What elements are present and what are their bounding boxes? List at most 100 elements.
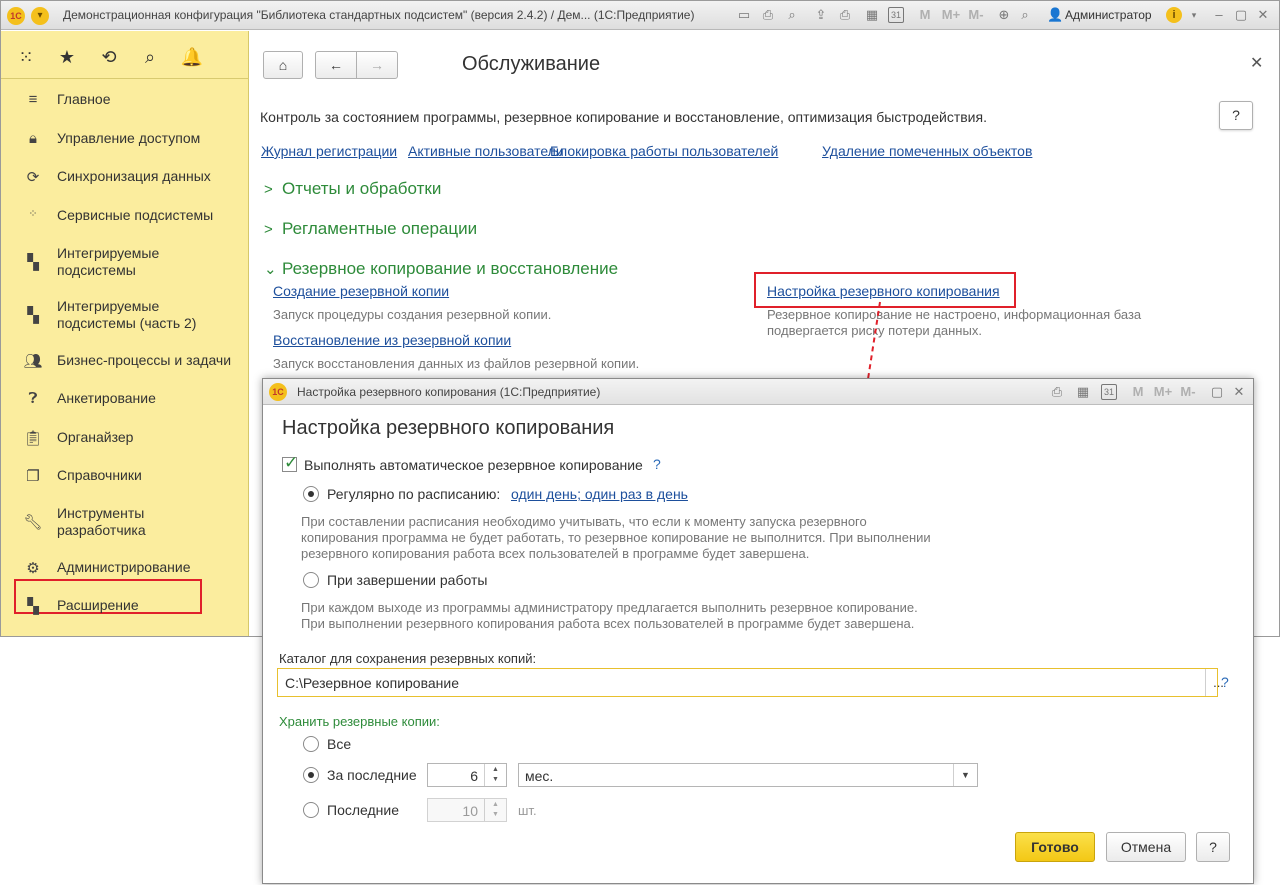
back-button[interactable]: ← bbox=[315, 51, 357, 79]
people-icon: 👥︎ bbox=[23, 353, 43, 370]
print-doc-icon[interactable]: ⎙ bbox=[837, 7, 853, 23]
home-button[interactable]: ⌂ bbox=[263, 51, 303, 79]
calculator-icon[interactable]: ▦ bbox=[1075, 384, 1091, 400]
sidebar-item-label: Бизнес-процессы и задачи bbox=[57, 352, 232, 368]
link-active-users[interactable]: Активные пользователи bbox=[408, 143, 564, 159]
catalog-help[interactable]: ? bbox=[1221, 674, 1229, 690]
group-scheduled[interactable]: > Регламентные операции bbox=[264, 219, 477, 239]
keep-period-stepper[interactable]: 6 ▲ ▼ bbox=[427, 763, 507, 787]
spin-arrows-icon[interactable]: ▲ ▼ bbox=[484, 799, 506, 821]
keep-all-label: Все bbox=[327, 736, 352, 752]
question-circle-icon: ❓︎ bbox=[28, 390, 38, 407]
mplus-icon[interactable]: M+ bbox=[940, 7, 962, 23]
schedule-hint-2: копирования программа не будет работать,… bbox=[301, 530, 931, 545]
keep-period-label: За последние bbox=[327, 767, 417, 783]
sidebar: ⁙ ★ ⟲ ⌕ 🔔 ≡ Главное 🔒︎ Управление доступ… bbox=[1, 31, 249, 636]
apps-grid-icon[interactable]: ⁙ bbox=[14, 45, 38, 69]
close-form-icon[interactable]: ✕ bbox=[1250, 53, 1263, 73]
sidebar-item-label: Анкетирование bbox=[57, 390, 156, 406]
blocks-icon: ▚ bbox=[27, 307, 39, 324]
current-user[interactable]: Администратор bbox=[1065, 8, 1152, 22]
schedule-hint-1: При составлении расписания необходимо уч… bbox=[301, 514, 867, 529]
auto-backup-help[interactable]: ? bbox=[653, 456, 661, 472]
keep-count-unit: шт. bbox=[518, 803, 537, 818]
keep-period-radio[interactable] bbox=[303, 767, 319, 783]
period-unit-select[interactable]: мес. ▼ bbox=[518, 763, 978, 787]
schedule-radio[interactable] bbox=[303, 486, 319, 502]
backup-settings-dialog: 1С Настройка резервного копирования (1С:… bbox=[262, 378, 1254, 884]
schedule-link[interactable]: один день; один раз в день bbox=[511, 486, 688, 502]
link-delete-marked[interactable]: Удаление помеченных объектов bbox=[822, 143, 1032, 159]
group-reports[interactable]: > Отчеты и обработки bbox=[264, 179, 441, 199]
link-create-backup[interactable]: Создание резервной копии bbox=[273, 283, 449, 299]
link-block-users[interactable]: Блокировка работы пользователей bbox=[550, 143, 778, 159]
page-title: Обслуживание bbox=[462, 53, 601, 75]
keep-count-stepper[interactable]: 10 ▲ ▼ bbox=[427, 798, 507, 822]
mminus-icon[interactable]: M- bbox=[965, 7, 987, 23]
group-backup[interactable]: ⌄ Резервное копирование и восстановление bbox=[264, 259, 618, 279]
period-unit-value: мес. bbox=[525, 768, 554, 784]
sidebar-item-label: Органайзер bbox=[57, 429, 134, 445]
link-event-log[interactable]: Журнал регистрации bbox=[261, 143, 397, 159]
mplus-icon[interactable]: M+ bbox=[1152, 384, 1174, 400]
auto-backup-checkbox[interactable]: ✓ bbox=[282, 453, 298, 472]
catalog-value: C:\Резервное копирование bbox=[285, 675, 460, 691]
keep-count-radio[interactable] bbox=[303, 802, 319, 818]
forward-button[interactable]: → bbox=[356, 51, 398, 79]
minimize-icon[interactable]: – bbox=[1211, 7, 1227, 23]
maximize-icon[interactable]: ▢ bbox=[1233, 7, 1249, 23]
sidebar-item-label: Главное bbox=[57, 91, 111, 107]
sidebar-item-label: Синхронизация данных bbox=[57, 168, 211, 184]
sidebar-item-label: Инструменты разработчика bbox=[57, 505, 146, 538]
info-dropdown-icon[interactable]: ▾ bbox=[1186, 7, 1202, 23]
window-title: Демонстрационная конфигурация "Библиотек… bbox=[63, 8, 695, 22]
chevron-down-icon[interactable]: ▼ bbox=[953, 764, 977, 786]
arrow-right-icon: → bbox=[370, 57, 384, 73]
preview-icon[interactable]: ⌕ bbox=[784, 7, 800, 23]
backup-settings-desc-1: Резервное копирование не настроено, инфо… bbox=[767, 307, 1142, 322]
cancel-button[interactable]: Отмена bbox=[1106, 832, 1186, 862]
help-button[interactable]: ? bbox=[1219, 101, 1253, 130]
app-logo-icon: 1С bbox=[269, 383, 287, 401]
zoom-icon[interactable]: ⊕ bbox=[996, 7, 1012, 23]
m-icon[interactable]: M bbox=[1130, 384, 1146, 400]
radio-dot bbox=[308, 491, 314, 497]
mminus-icon[interactable]: M- bbox=[1177, 384, 1199, 400]
link-restore-backup[interactable]: Восстановление из резервной копии bbox=[273, 332, 511, 348]
keep-all-radio[interactable] bbox=[303, 736, 319, 752]
sidebar-item-label: Интегрируемые подсистемы bbox=[57, 245, 160, 278]
print-icon[interactable]: ⎙ bbox=[1049, 384, 1065, 400]
m-icon[interactable]: M bbox=[917, 7, 933, 23]
favorites-star-icon[interactable]: ★ bbox=[55, 45, 79, 69]
menu-lines-icon: ≡ bbox=[28, 91, 38, 108]
close-icon[interactable]: ✕ bbox=[1231, 384, 1247, 400]
history-icon[interactable]: ⟲ bbox=[97, 45, 121, 69]
info-icon[interactable]: i bbox=[1166, 7, 1182, 23]
print-icon[interactable]: ⎙ bbox=[760, 7, 776, 23]
radio-dot bbox=[308, 772, 314, 778]
send-icon[interactable]: ⇪ bbox=[813, 7, 829, 23]
sidebar-item-label: Расширение bbox=[57, 597, 139, 613]
catalog-input[interactable]: C:\Резервное копирование ... bbox=[277, 668, 1224, 697]
schedule-hint-3: резервного копирования работа всех польз… bbox=[301, 546, 810, 561]
calendar-icon[interactable]: 31 bbox=[888, 7, 904, 23]
done-button[interactable]: Готово bbox=[1015, 832, 1095, 862]
dialog-help-button[interactable]: ? bbox=[1196, 832, 1230, 862]
dialog-title-bar: 1С Настройка резервного копирования (1С:… bbox=[263, 379, 1253, 405]
close-icon[interactable]: ✕ bbox=[1255, 7, 1271, 23]
spin-arrows-icon[interactable]: ▲ ▼ bbox=[484, 764, 506, 786]
maximize-icon[interactable]: ▢ bbox=[1209, 384, 1225, 400]
calculator-icon[interactable]: ▦ bbox=[864, 7, 880, 23]
title-bar: 1С ▾ Демонстрационная конфигурация "Библ… bbox=[1, 1, 1279, 30]
user-icon: 👤 bbox=[1047, 7, 1064, 22]
page-description: Контроль за состоянием программы, резерв… bbox=[260, 109, 987, 125]
calendar-icon[interactable]: 31 bbox=[1101, 384, 1117, 400]
main-menu-button[interactable]: ▾ bbox=[31, 7, 49, 25]
save-icon[interactable]: ▭ bbox=[736, 7, 752, 23]
chevron-down-icon: ⌄ bbox=[264, 261, 277, 278]
on-exit-hint-1: При каждом выходе из программы администр… bbox=[301, 600, 918, 615]
on-exit-radio[interactable] bbox=[303, 572, 319, 588]
notifications-bell-icon[interactable]: 🔔 bbox=[180, 45, 204, 69]
search-icon[interactable]: ⌕ bbox=[138, 45, 162, 69]
search-icon[interactable]: ⌕ bbox=[1017, 7, 1033, 23]
